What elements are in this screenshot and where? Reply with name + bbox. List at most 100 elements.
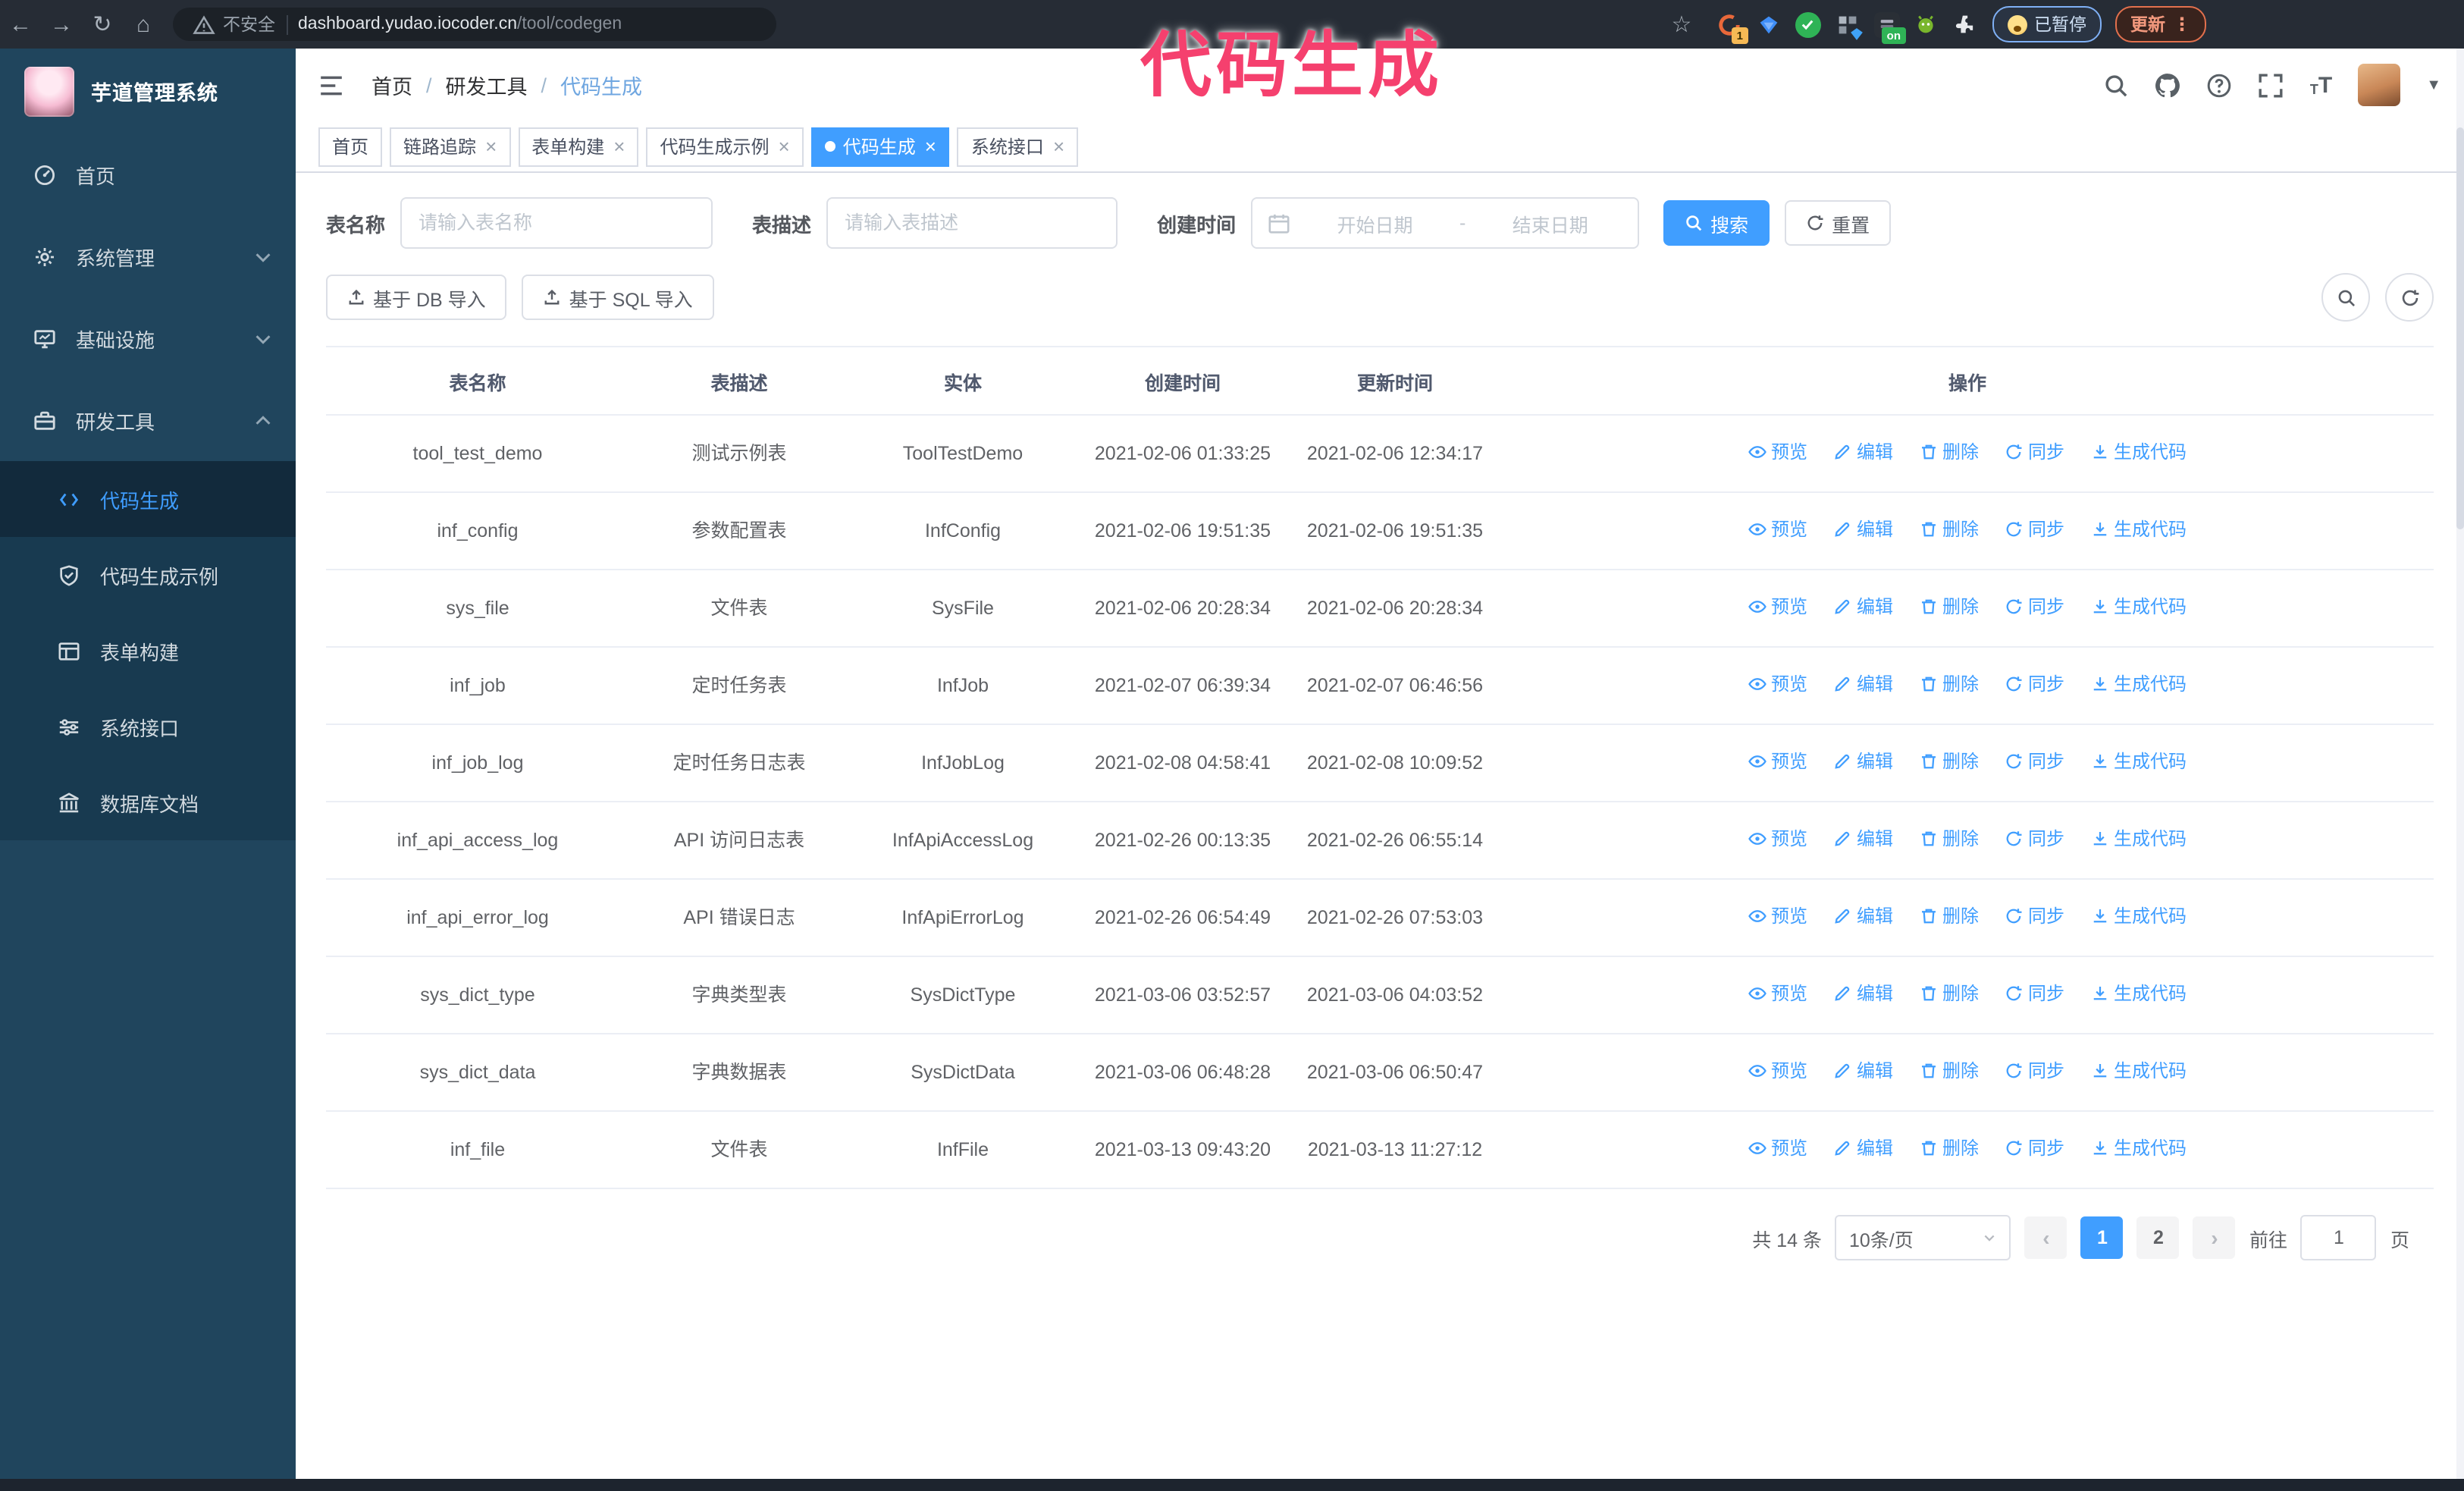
sidebar-item-codegen-example[interactable]: 代码生成示例 (0, 537, 296, 613)
preview-link[interactable]: 预览 (1748, 1132, 1807, 1165)
tab-close-icon[interactable]: × (485, 135, 497, 158)
sidebar-item-form-builder[interactable]: 表单构建 (0, 613, 296, 689)
next-page-button[interactable]: › (2193, 1216, 2236, 1259)
generate-code-link[interactable]: 生成代码 (2091, 745, 2187, 778)
sidebar-item-system[interactable]: 系统管理 (0, 215, 296, 297)
page-number-button[interactable]: 2 (2136, 1216, 2180, 1259)
sync-link[interactable]: 同步 (2005, 667, 2064, 701)
prev-page-button[interactable]: ‹ (2024, 1216, 2067, 1259)
search-icon[interactable] (2104, 72, 2130, 98)
generate-code-link[interactable]: 生成代码 (2091, 977, 2187, 1010)
toggle-search-button[interactable] (2321, 273, 2370, 322)
preview-link[interactable]: 预览 (1748, 513, 1807, 546)
sync-link[interactable]: 同步 (2005, 745, 2064, 778)
tab[interactable]: 表单构建 × (518, 127, 639, 166)
sync-link[interactable]: 同步 (2005, 899, 2064, 933)
preview-link[interactable]: 预览 (1748, 667, 1807, 701)
sync-link[interactable]: 同步 (2005, 1054, 2064, 1088)
address-bar[interactable]: 不安全 dashboard.yudao.iocoder.cn/tool/code… (173, 8, 776, 41)
generate-code-link[interactable]: 生成代码 (2091, 899, 2187, 933)
scrollbar-thumb[interactable] (2456, 127, 2464, 529)
delete-link[interactable]: 删除 (1920, 822, 1979, 855)
sync-link[interactable]: 同步 (2005, 977, 2064, 1010)
edit-link[interactable]: 编辑 (1834, 1132, 1893, 1165)
delete-link[interactable]: 删除 (1920, 435, 1979, 469)
refresh-table-button[interactable] (2385, 273, 2434, 322)
browser-menu-dots-icon[interactable]: ⋮ (2173, 14, 2191, 35)
edit-link[interactable]: 编辑 (1834, 590, 1893, 623)
table-name-input[interactable] (400, 197, 713, 249)
preview-link[interactable]: 预览 (1748, 435, 1807, 469)
extension-icon-grid[interactable] (1834, 11, 1862, 39)
github-icon[interactable] (2155, 72, 2181, 98)
edit-link[interactable]: 编辑 (1834, 435, 1893, 469)
sync-link[interactable]: 同步 (2005, 513, 2064, 546)
font-size-icon[interactable]: TT (2310, 74, 2332, 96)
edit-link[interactable]: 编辑 (1834, 667, 1893, 701)
preview-link[interactable]: 预览 (1748, 899, 1807, 933)
delete-link[interactable]: 删除 (1920, 513, 1979, 546)
date-range-picker[interactable]: 开始日期 - 结束日期 (1251, 197, 1640, 249)
generate-code-link[interactable]: 生成代码 (2091, 1132, 2187, 1165)
bookmark-star-icon[interactable]: ☆ (1661, 5, 1702, 44)
reload-icon[interactable]: ↻ (82, 5, 123, 44)
edit-link[interactable]: 编辑 (1834, 977, 1893, 1010)
reset-button[interactable]: 重置 (1785, 200, 1892, 246)
edit-link[interactable]: 编辑 (1834, 745, 1893, 778)
table-desc-input[interactable] (826, 197, 1118, 249)
tab-close-icon[interactable]: × (925, 135, 936, 158)
extension-icon-orange[interactable]: 1 (1716, 11, 1748, 43)
delete-link[interactable]: 删除 (1920, 977, 1979, 1010)
preview-link[interactable]: 预览 (1748, 590, 1807, 623)
tab-close-icon[interactable]: × (613, 135, 625, 158)
sync-link[interactable]: 同步 (2005, 1132, 2064, 1165)
edit-link[interactable]: 编辑 (1834, 1054, 1893, 1088)
generate-code-link[interactable]: 生成代码 (2091, 590, 2187, 623)
tab[interactable]: 代码生成示例 × (646, 127, 804, 166)
edit-link[interactable]: 编辑 (1834, 899, 1893, 933)
generate-code-link[interactable]: 生成代码 (2091, 435, 2187, 469)
sidebar-item-devtools[interactable]: 研发工具 (0, 379, 296, 461)
breadcrumb-home[interactable]: 首页 (371, 70, 412, 100)
caret-down-icon[interactable]: ▼ (2426, 77, 2441, 93)
extension-icon-green[interactable] (1913, 11, 1939, 37)
sync-link[interactable]: 同步 (2005, 822, 2064, 855)
page-size-select[interactable]: 10条/页 (1835, 1215, 2011, 1260)
sidebar-item-infra[interactable]: 基础设施 (0, 297, 296, 379)
delete-link[interactable]: 删除 (1920, 899, 1979, 933)
page-number-button[interactable]: 1 (2080, 1216, 2124, 1259)
delete-link[interactable]: 删除 (1920, 1054, 1979, 1088)
sync-link[interactable]: 同步 (2005, 435, 2064, 469)
search-button[interactable]: 搜索 (1663, 200, 1770, 246)
forward-icon[interactable]: → (41, 5, 82, 44)
generate-code-link[interactable]: 生成代码 (2091, 667, 2187, 701)
back-icon[interactable]: ← (0, 5, 41, 44)
generate-code-link[interactable]: 生成代码 (2091, 822, 2187, 855)
tab[interactable]: 系统接口 × (957, 127, 1079, 166)
tab-close-icon[interactable]: × (779, 135, 790, 158)
tab-close-icon[interactable]: × (1053, 135, 1064, 158)
preview-link[interactable]: 预览 (1748, 745, 1807, 778)
app-logo-row[interactable]: 芋道管理系统 (0, 49, 296, 133)
extension-icon-check[interactable] (1795, 11, 1820, 37)
delete-link[interactable]: 删除 (1920, 590, 1979, 623)
extension-icon-dark[interactable]: on (1873, 11, 1905, 43)
extension-icon-gem[interactable] (1755, 11, 1781, 37)
edit-link[interactable]: 编辑 (1834, 822, 1893, 855)
delete-link[interactable]: 删除 (1920, 745, 1979, 778)
end-date-placeholder[interactable]: 结束日期 (1478, 209, 1622, 237)
browser-update-button[interactable]: 更新 ⋮ (2115, 6, 2206, 42)
tab[interactable]: 链路追踪 × (390, 127, 511, 166)
paused-extension-pill[interactable]: 已暂停 (1992, 6, 2102, 42)
generate-code-link[interactable]: 生成代码 (2091, 513, 2187, 546)
preview-link[interactable]: 预览 (1748, 1054, 1807, 1088)
help-icon[interactable] (2207, 72, 2233, 98)
sync-link[interactable]: 同步 (2005, 590, 2064, 623)
tab[interactable]: 代码生成 × (810, 127, 950, 166)
delete-link[interactable]: 删除 (1920, 667, 1979, 701)
sidebar-item-home[interactable]: 首页 (0, 133, 296, 215)
edit-link[interactable]: 编辑 (1834, 513, 1893, 546)
sidebar-item-db-doc[interactable]: 数据库文档 (0, 764, 296, 840)
avatar[interactable] (2358, 64, 2401, 106)
preview-link[interactable]: 预览 (1748, 822, 1807, 855)
